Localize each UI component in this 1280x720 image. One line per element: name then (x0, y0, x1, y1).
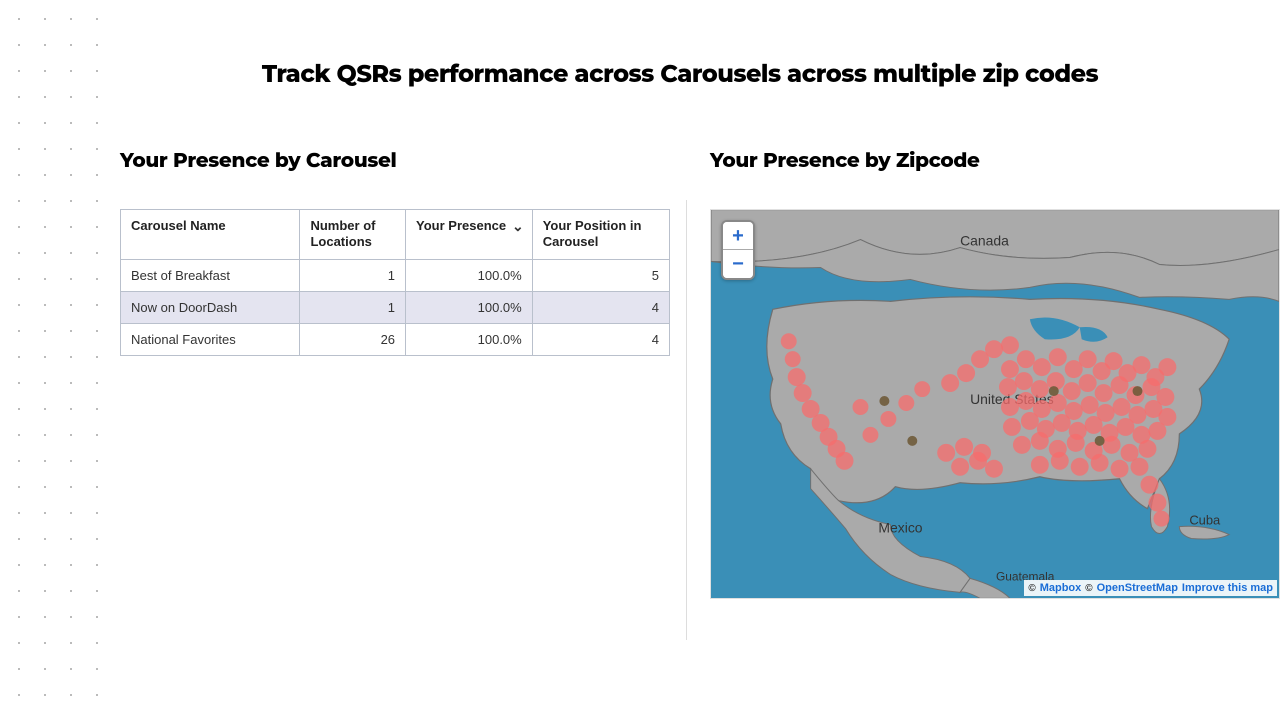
cell-position: 5 (532, 259, 669, 291)
cell-position: 4 (532, 323, 669, 355)
cell-presence: 100.0% (406, 291, 533, 323)
carousel-panel-heading: Your Presence by Carousel (120, 149, 670, 173)
map-svg: Canada United States Mexico Cuba Guatema… (711, 210, 1279, 598)
map-attribution: © Mapbox © OpenStreetMap Improve this ma… (1024, 580, 1277, 596)
map-label-cuba: Cuba (1189, 513, 1221, 528)
carousel-table: Carousel Name Number of Locations Your P… (120, 209, 670, 356)
copyright-icon: © (1085, 583, 1092, 594)
col-carousel-name[interactable]: Carousel Name (121, 210, 300, 260)
zoom-out-button[interactable]: − (723, 250, 753, 278)
col-your-position[interactable]: Your Position in Carousel (532, 210, 669, 260)
table-row[interactable]: Now on DoorDash 1 100.0% 4 (121, 291, 670, 323)
table-row[interactable]: National Favorites 26 100.0% 4 (121, 323, 670, 355)
cell-carousel-name: Best of Breakfast (121, 259, 300, 291)
col-your-presence[interactable]: Your Presence ⌄ (406, 210, 533, 260)
page-title: Track QSRs performance across Carousels … (120, 60, 1240, 89)
mapbox-link[interactable]: Mapbox (1040, 582, 1082, 594)
cell-carousel-name: Now on DoorDash (121, 291, 300, 323)
column-divider (686, 200, 687, 640)
table-header-row: Carousel Name Number of Locations Your P… (121, 210, 670, 260)
col-number-of-locations[interactable]: Number of Locations (300, 210, 406, 260)
presence-by-zipcode-panel: Your Presence by Zipcode (710, 149, 1280, 599)
zipcode-map[interactable]: Canada United States Mexico Cuba Guatema… (710, 209, 1280, 599)
cell-presence: 100.0% (406, 259, 533, 291)
map-zoom-control: + − (721, 220, 755, 280)
improve-map-link[interactable]: Improve this map (1182, 582, 1273, 594)
cell-carousel-name: National Favorites (121, 323, 300, 355)
map-label-canada: Canada (960, 233, 1009, 249)
zoom-in-button[interactable]: + (723, 222, 753, 250)
cell-locations: 26 (300, 323, 406, 355)
cell-locations: 1 (300, 259, 406, 291)
map-label-mexico: Mexico (878, 520, 922, 536)
osm-link[interactable]: OpenStreetMap (1097, 582, 1178, 594)
presence-by-carousel-panel: Your Presence by Carousel Carousel Name … (120, 149, 670, 599)
col-your-presence-label: Your Presence (416, 218, 506, 233)
copyright-icon: © (1028, 583, 1035, 594)
zipcode-panel-heading: Your Presence by Zipcode (710, 149, 1280, 173)
cell-position: 4 (532, 291, 669, 323)
chevron-down-icon: ⌄ (512, 218, 524, 236)
table-row[interactable]: Best of Breakfast 1 100.0% 5 (121, 259, 670, 291)
cell-presence: 100.0% (406, 323, 533, 355)
cell-locations: 1 (300, 291, 406, 323)
